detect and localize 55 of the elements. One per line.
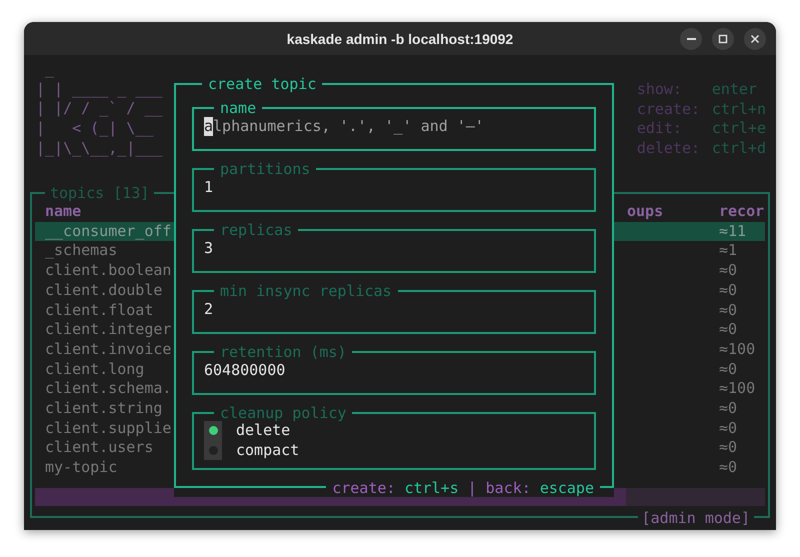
record-count: ≈0 (719, 320, 738, 340)
field-label: replicas (219, 223, 294, 237)
shortcut-key: ctrl+e (712, 119, 766, 140)
field-label: min insync replicas (219, 284, 393, 298)
shortcut-label: delete: (636, 139, 702, 159)
minimize-icon (686, 38, 696, 40)
panel-title: topics [13] (49, 184, 150, 202)
input-field[interactable]: retention (ms) 604800000 (192, 345, 596, 395)
shortcut-label: show: (636, 80, 683, 100)
minimize-button[interactable] (680, 28, 702, 50)
field-value: 3 (204, 239, 214, 257)
maximize-icon (718, 34, 728, 44)
field-label: cleanup policy (219, 406, 348, 420)
topic-name: client.schema. (44, 379, 172, 400)
radio-dot[interactable] (208, 446, 218, 455)
input-field[interactable]: partitions 1 (192, 162, 596, 212)
shortcut-key: ctrl+d (712, 139, 766, 159)
maximize-button[interactable] (712, 28, 734, 50)
field-value: 1 (204, 178, 214, 196)
close-button[interactable] (744, 28, 766, 50)
shortcut-key: ctrl+n (712, 100, 766, 120)
field-label: partitions (219, 162, 312, 176)
topic-name: __consumer_off (44, 222, 172, 242)
record-count: ≈0 (719, 261, 738, 281)
radio-label[interactable]: delete (236, 421, 300, 441)
radio-dot[interactable] (208, 426, 218, 435)
input-field[interactable]: min insync replicas 2 (192, 284, 596, 334)
field-value: 604800000 (204, 361, 286, 379)
shortcut-label: create: (332, 479, 396, 497)
dialog-title: create topic (207, 76, 318, 92)
field-value: 2 (204, 300, 214, 318)
column-header: recor (719, 202, 764, 222)
window-title: kaskade admin -b localhost:19092 (286, 30, 514, 46)
topic-name: client.boolean (44, 261, 172, 281)
shortcut-key: escape (540, 479, 594, 497)
shortcut-label: create: (636, 100, 702, 120)
ascii-logo: _ | | ____ _ ___ | |/ / _` / __ | < (_| \__ |_|\_\__,_|___ (35, 60, 162, 159)
record-count: ≈11 (719, 222, 746, 242)
shortcut-label: back: (486, 479, 531, 497)
separator-text: | (468, 479, 477, 497)
close-icon (750, 34, 760, 44)
shortcut-key: enter (712, 80, 757, 100)
column-header: name (44, 202, 82, 222)
column-header: oups (627, 202, 664, 222)
mode-label: [admin mode] (638, 509, 754, 527)
shortcut-key: ctrl+s (404, 479, 459, 497)
topic-name: my-topic (44, 458, 118, 478)
record-count: ≈100 (719, 379, 756, 400)
radio-label[interactable]: compact (236, 440, 300, 460)
topic-name: client.integer (44, 320, 172, 340)
record-count: ≈0 (719, 458, 738, 478)
shortcut-label: edit: (636, 119, 683, 140)
input-field[interactable]: replicas 3 (192, 223, 596, 273)
field-label: retention (ms) (219, 345, 348, 359)
field-label: name (219, 101, 258, 115)
